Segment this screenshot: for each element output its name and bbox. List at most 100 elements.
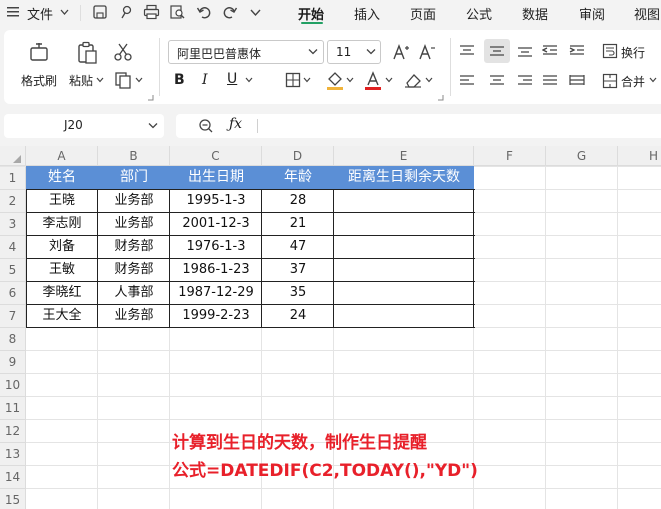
table-cell[interactable]: 李晓红 <box>26 281 98 304</box>
row-header-4[interactable]: 4 <box>0 236 26 259</box>
align-right-icon[interactable] <box>517 74 533 88</box>
row-header-12[interactable]: 12 <box>0 420 26 443</box>
align-top-icon[interactable] <box>459 44 475 58</box>
dialog-launcher-icon[interactable] <box>147 94 154 101</box>
column-header-b[interactable]: B <box>98 146 170 166</box>
align-bottom-icon[interactable] <box>517 44 533 58</box>
merge-cells-icon[interactable] <box>602 73 618 89</box>
table-cell[interactable]: 1987-12-29 <box>170 281 262 304</box>
chevron-down-icon[interactable] <box>649 77 657 83</box>
tab-review[interactable]: 审阅 <box>579 4 605 23</box>
print-icon[interactable] <box>143 4 160 20</box>
tab-view[interactable]: 视图 <box>634 4 660 23</box>
table-cell[interactable]: 28 <box>262 189 334 212</box>
chevron-down-icon[interactable] <box>96 77 104 83</box>
copy-icon[interactable] <box>114 71 132 89</box>
print-preview-icon[interactable] <box>169 4 186 20</box>
name-box[interactable]: J20 <box>4 114 164 138</box>
format-painter-label[interactable]: 格式刷 <box>21 72 57 89</box>
table-header-cell[interactable]: 出生日期 <box>170 166 262 189</box>
chevron-down-icon[interactable] <box>385 77 393 83</box>
row-header-1[interactable]: 1 <box>0 167 26 190</box>
row-header-14[interactable]: 14 <box>0 466 26 489</box>
row-header-13[interactable]: 13 <box>0 443 26 466</box>
table-cell[interactable] <box>334 304 474 327</box>
tab-data[interactable]: 数据 <box>522 4 548 23</box>
table-cell[interactable] <box>334 281 474 304</box>
font-color-icon[interactable] <box>364 70 382 90</box>
table-cell[interactable]: 1995-1-3 <box>170 189 262 212</box>
column-header-h[interactable]: H <box>618 146 661 166</box>
tab-page[interactable]: 页面 <box>410 4 436 23</box>
increase-font-size-icon[interactable] <box>392 43 410 61</box>
column-header-g[interactable]: G <box>546 146 618 166</box>
save-icon[interactable] <box>92 4 108 20</box>
borders-icon[interactable] <box>285 72 301 88</box>
table-cell[interactable]: 1986-1-23 <box>170 258 262 281</box>
decrease-indent-icon[interactable] <box>542 44 558 58</box>
row-header-3[interactable]: 3 <box>0 213 26 236</box>
table-header-cell[interactable]: 年龄 <box>262 166 334 189</box>
share-link-icon[interactable] <box>118 4 134 20</box>
quick-access-more-icon[interactable] <box>250 8 261 17</box>
table-cell[interactable]: 47 <box>262 235 334 258</box>
zoom-icon[interactable] <box>198 118 214 134</box>
menu-hamburger-icon[interactable] <box>6 5 20 19</box>
chevron-down-icon[interactable] <box>135 77 143 83</box>
decrease-font-size-icon[interactable] <box>418 43 436 61</box>
table-cell[interactable] <box>334 235 474 258</box>
font-name-combo[interactable]: 阿里巴巴普惠体 <box>168 40 324 64</box>
table-cell[interactable]: 人事部 <box>98 281 170 304</box>
cut-icon[interactable] <box>113 42 133 62</box>
row-header-15[interactable]: 15 <box>0 489 26 509</box>
table-cell[interactable]: 业务部 <box>98 304 170 327</box>
tab-home[interactable]: 开始 <box>298 4 324 23</box>
column-header-c[interactable]: C <box>170 146 262 166</box>
table-cell[interactable] <box>334 258 474 281</box>
italic-button[interactable]: I <box>202 72 208 88</box>
align-left-icon[interactable] <box>459 74 475 88</box>
paste-icon[interactable] <box>76 41 98 65</box>
format-painter-icon[interactable] <box>28 42 50 64</box>
chevron-down-icon[interactable] <box>366 48 376 56</box>
undo-icon[interactable] <box>196 4 212 20</box>
row-header-8[interactable]: 8 <box>0 328 26 351</box>
dialog-launcher-icon[interactable] <box>437 94 444 101</box>
chevron-down-icon[interactable] <box>245 77 253 83</box>
column-header-e[interactable]: E <box>334 146 474 166</box>
chevron-down-icon[interactable] <box>60 8 69 17</box>
spreadsheet-grid[interactable]: A B C D E F G H 1 2 3 4 5 6 7 8 9 10 11 12 13 14 15 姓名 部门 出生日期 年龄… <box>0 146 661 509</box>
row-header-7[interactable]: 7 <box>0 305 26 328</box>
chevron-down-icon[interactable] <box>425 77 433 83</box>
table-cell[interactable] <box>334 189 474 212</box>
table-cell[interactable]: 王晓 <box>26 189 98 212</box>
wrap-text-label[interactable]: 换行 <box>621 44 645 61</box>
align-center-icon[interactable] <box>489 74 505 88</box>
tab-formulas[interactable]: 公式 <box>466 4 492 23</box>
table-cell[interactable]: 财务部 <box>98 235 170 258</box>
table-cell[interactable] <box>334 212 474 235</box>
row-header-10[interactable]: 10 <box>0 374 26 397</box>
row-header-9[interactable]: 9 <box>0 351 26 374</box>
justify-icon[interactable] <box>542 74 558 88</box>
table-cell[interactable]: 24 <box>262 304 334 327</box>
file-menu[interactable]: 文件 <box>27 4 53 23</box>
row-header-5[interactable]: 5 <box>0 259 26 282</box>
table-cell[interactable]: 21 <box>262 212 334 235</box>
select-all-corner[interactable] <box>0 146 26 166</box>
table-cell[interactable]: 财务部 <box>98 258 170 281</box>
table-cell[interactable]: 35 <box>262 281 334 304</box>
table-cell[interactable]: 业务部 <box>98 212 170 235</box>
table-cell[interactable]: 李志刚 <box>26 212 98 235</box>
select-all-icon[interactable] <box>12 154 22 164</box>
table-cell[interactable]: 刘备 <box>26 235 98 258</box>
row-header-2[interactable]: 2 <box>0 190 26 213</box>
chevron-down-icon[interactable] <box>346 77 354 83</box>
font-size-combo[interactable]: 11 <box>327 40 381 64</box>
table-header-cell[interactable]: 姓名 <box>26 166 98 189</box>
column-header-f[interactable]: F <box>474 146 546 166</box>
distributed-align-icon[interactable] <box>569 74 585 88</box>
table-cell[interactable]: 37 <box>262 258 334 281</box>
bold-button[interactable]: B <box>174 72 185 88</box>
row-header-11[interactable]: 11 <box>0 397 26 420</box>
